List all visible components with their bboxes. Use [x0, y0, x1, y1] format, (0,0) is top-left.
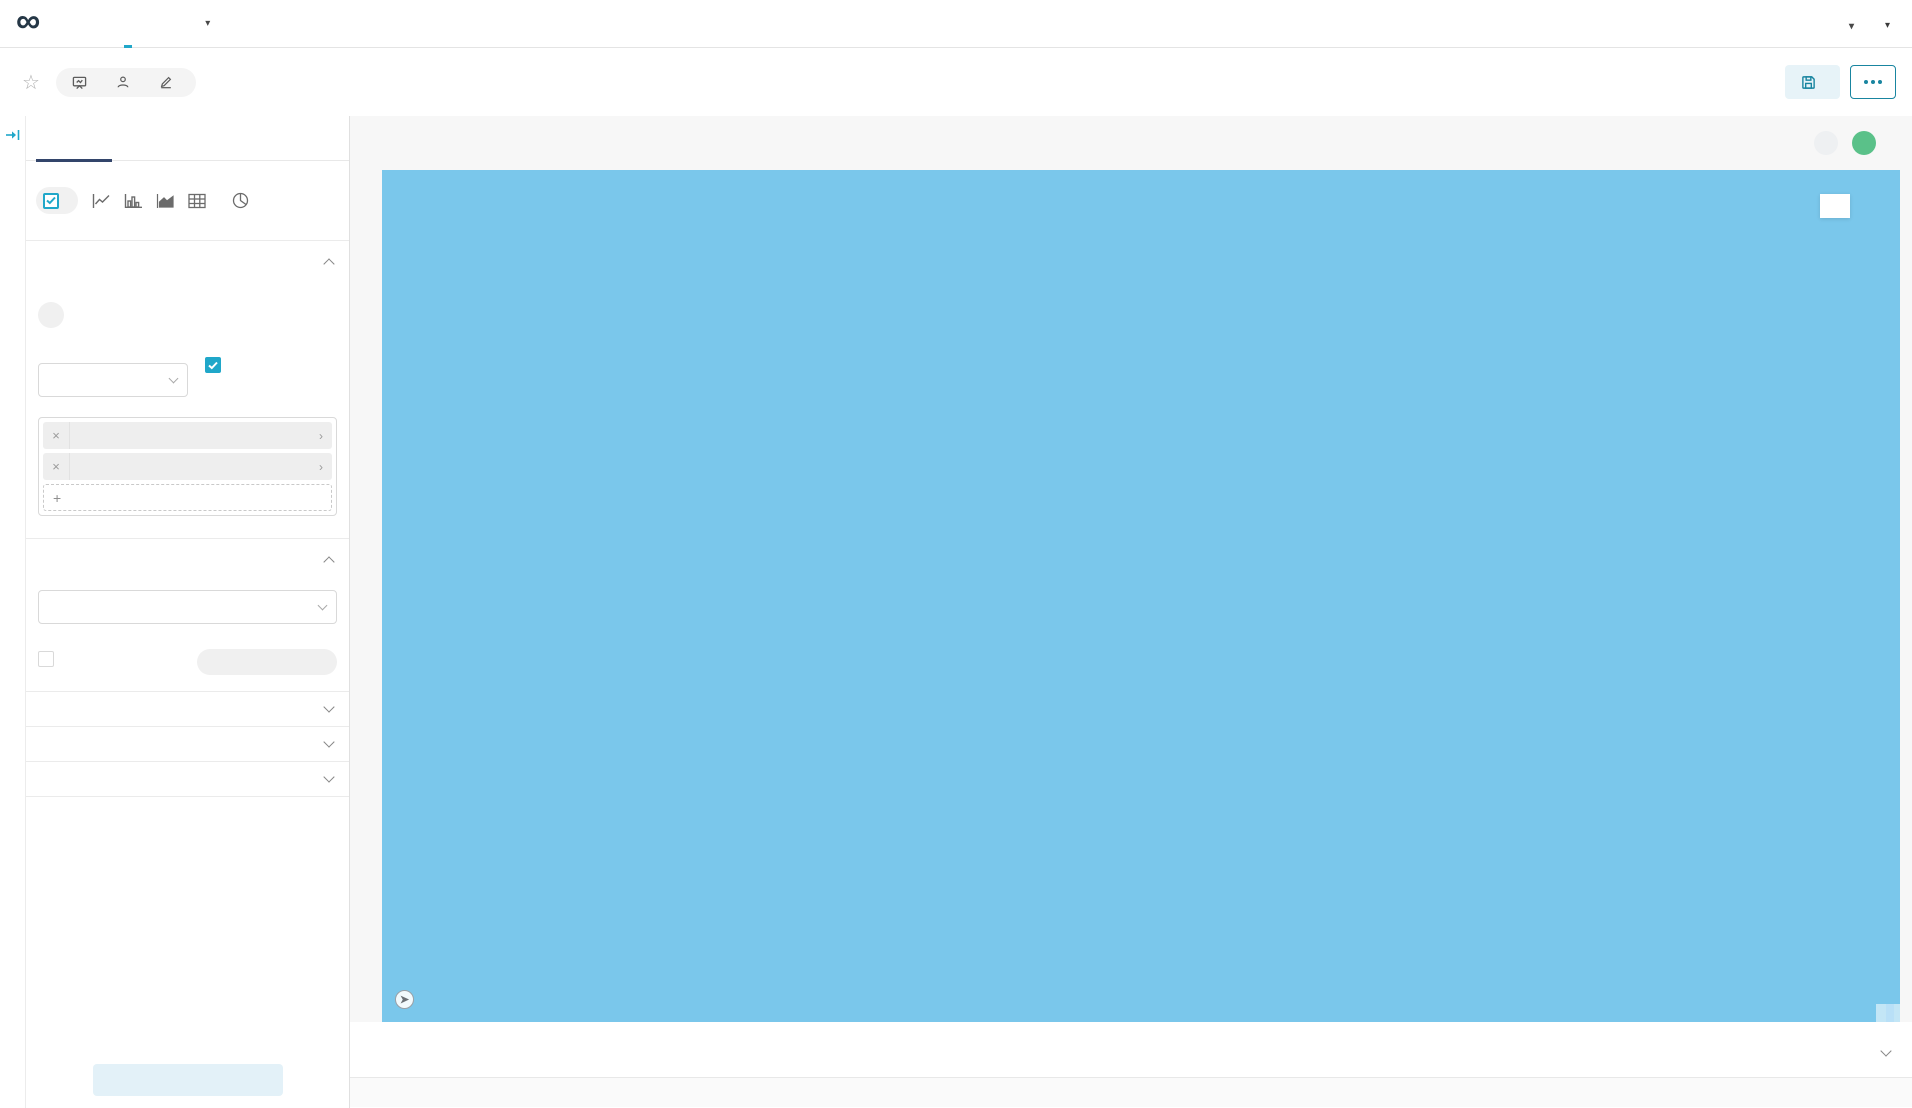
save-button[interactable] — [1785, 65, 1840, 99]
remove-filter-icon[interactable]: × — [43, 422, 70, 449]
new-item-button[interactable]: ▾ — [1844, 14, 1854, 34]
mapbox-logo[interactable]: ➤ — [395, 990, 419, 1009]
panel-collapse-rail — [0, 116, 26, 1108]
update-chart-button[interactable] — [93, 1064, 283, 1096]
results-strip — [350, 1078, 1912, 1107]
chevron-down-icon — [323, 736, 334, 747]
remove-filter-icon[interactable]: × — [43, 453, 70, 480]
area-chart-icon[interactable] — [156, 193, 175, 209]
chevron-up-icon — [323, 556, 334, 567]
lonlat-chip[interactable] — [38, 302, 64, 328]
query-timer-badge[interactable] — [1852, 131, 1876, 155]
filters-box: × › × › + — [38, 417, 337, 516]
superset-logo[interactable]: ∞ — [16, 12, 46, 36]
query-status-row — [350, 116, 1912, 170]
filter-chip-time[interactable]: × › — [43, 453, 332, 480]
table-icon[interactable] — [188, 193, 206, 209]
top-navbar: ∞ ▾ ▾ ▾ — [0, 0, 1912, 48]
more-actions-button[interactable] — [1850, 65, 1896, 99]
map-legend — [1820, 194, 1850, 218]
chevron-down-icon — [169, 373, 179, 383]
filter-chip-mag[interactable]: × › — [43, 422, 332, 449]
dashboards-meta[interactable] — [72, 75, 94, 90]
pencil-icon — [159, 75, 173, 89]
favorite-star-icon[interactable]: ☆ — [22, 70, 40, 95]
section-query[interactable] — [26, 241, 349, 268]
plus-icon: + — [53, 490, 61, 506]
nav-charts[interactable] — [110, 0, 146, 48]
map-card: ➤ — [382, 170, 1900, 1022]
data-panel: × › × › + — [26, 116, 350, 1108]
chevron-down-icon — [323, 771, 334, 782]
chart-area: ➤ — [350, 116, 1912, 1108]
section-point-color[interactable] — [26, 727, 349, 746]
chevron-down-icon: ▾ — [1849, 21, 1854, 32]
owner-meta[interactable] — [116, 75, 137, 89]
improve-map-link[interactable] — [1886, 1004, 1894, 1022]
chevron-down-icon — [318, 600, 328, 610]
chevron-right-icon: › — [319, 429, 332, 443]
chevron-down-icon — [323, 701, 334, 712]
infinity-logo-icon: ∞ — [16, 6, 40, 36]
filter-drop-zone[interactable]: + — [43, 484, 332, 511]
section-map[interactable] — [26, 539, 349, 566]
pie-chart-icon[interactable] — [232, 192, 249, 209]
last-modified-meta[interactable] — [159, 75, 180, 89]
row-count-badge — [1814, 131, 1838, 155]
row-limit-select[interactable] — [38, 363, 188, 397]
nav-dashboards[interactable] — [74, 0, 110, 48]
user-icon — [116, 75, 130, 89]
bar-chart-icon[interactable] — [124, 193, 143, 209]
viewport-chip[interactable] — [197, 649, 337, 675]
section-advanced[interactable] — [26, 762, 349, 781]
results-tabs — [350, 1022, 1912, 1078]
panel-tabs — [26, 116, 349, 161]
chevron-up-icon — [323, 258, 334, 269]
viz-type-selected[interactable] — [36, 187, 78, 214]
auto-zoom-checkbox[interactable] — [38, 651, 54, 667]
nav-datasets[interactable] — [146, 0, 182, 48]
results-panel — [350, 1022, 1912, 1108]
collapse-panel-icon[interactable] — [5, 128, 21, 142]
checked-checkbox-icon — [43, 193, 59, 209]
viz-alt-types — [92, 192, 249, 209]
chart-header: ☆ — [0, 48, 1912, 116]
divider — [26, 796, 349, 797]
map-style-select[interactable] — [38, 590, 337, 624]
ignore-null-checkbox[interactable] — [205, 357, 221, 373]
ellipsis-icon — [1864, 80, 1882, 84]
dashboard-icon — [72, 75, 87, 90]
section-point-size[interactable] — [26, 692, 349, 711]
world-map[interactable] — [382, 170, 1900, 1022]
chart-meta-pill — [56, 68, 196, 97]
line-chart-icon[interactable] — [92, 193, 111, 209]
viz-type-row — [26, 161, 349, 214]
map-attribution — [1876, 1004, 1900, 1022]
nav-sql[interactable]: ▾ — [182, 0, 228, 48]
chevron-down-icon: ▾ — [1885, 20, 1890, 31]
save-disk-icon — [1801, 75, 1816, 90]
chevron-right-icon: › — [319, 460, 332, 474]
mapbox-icon: ➤ — [395, 990, 414, 1009]
chevron-down-icon: ▾ — [205, 18, 210, 29]
tab-data[interactable] — [36, 116, 112, 161]
collapse-results-icon[interactable] — [1882, 1042, 1890, 1060]
settings-menu[interactable]: ▾ — [1880, 16, 1890, 32]
